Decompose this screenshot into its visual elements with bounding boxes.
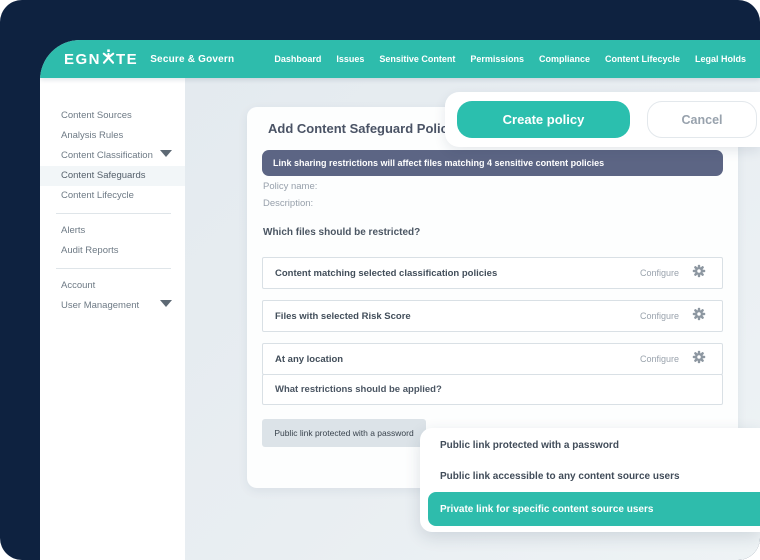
sidebar-divider [56, 268, 171, 269]
sidebar-item-content-safeguards[interactable]: Content Safeguards [40, 166, 185, 186]
logo-text-suffix: TE [116, 51, 138, 68]
egnyte-asterisk-icon [102, 49, 115, 69]
sidebar-item-user-management[interactable]: User Management [40, 296, 185, 316]
dropdown-option-public-link[interactable]: Public link accessible to any content so… [420, 461, 760, 492]
sidebar-item-content-lifecycle[interactable]: Content Lifecycle [40, 186, 185, 206]
nav-item-dashboard[interactable]: Dashboard [274, 54, 321, 64]
nav-item-issues[interactable]: Issues [336, 54, 364, 64]
sidebar-item-content-sources[interactable]: Content Sources [40, 106, 185, 126]
logo-text-prefix: EGN [64, 51, 101, 68]
sidebar-divider [56, 213, 171, 214]
dropdown-option-password-link[interactable]: Public link protected with a password [420, 430, 760, 461]
top-navigation: Dashboard Issues Sensitive Content Permi… [274, 54, 760, 64]
sidebar-item-account[interactable]: Account [40, 276, 185, 296]
rule-row-classification: Content matching selected classification… [262, 257, 723, 289]
sidebar-item-alerts[interactable]: Alerts [40, 221, 185, 241]
top-bar: EGN TE Secure & Govern [40, 40, 760, 78]
create-policy-button[interactable]: Create policy [457, 101, 630, 138]
sidebar: Content Sources Analysis Rules Content C… [40, 78, 185, 560]
sidebar-item-label: Content Classification [61, 150, 153, 161]
restriction-select[interactable]: Public link protected with a password [262, 419, 426, 447]
gear-icon[interactable] [692, 264, 706, 283]
chevron-down-icon[interactable] [160, 150, 172, 157]
nav-item-sensitive-content[interactable]: Sensitive Content [379, 54, 455, 64]
configure-link[interactable]: Configure [640, 354, 679, 364]
page-title: Add Content Safeguard Policy [268, 121, 455, 136]
product-name: Secure & Govern [150, 54, 234, 65]
cancel-button[interactable]: Cancel [647, 101, 757, 138]
gear-icon[interactable] [692, 350, 706, 369]
description-label: Description: [263, 198, 313, 209]
nav-item-content-lifecycle[interactable]: Content Lifecycle [605, 54, 680, 64]
nav-item-legal-holds[interactable]: Legal Holds [695, 54, 746, 64]
chevron-down-icon[interactable] [160, 300, 172, 307]
configure-link[interactable]: Configure [640, 311, 679, 321]
dropdown-option-private-link[interactable]: Private link for specific content source… [428, 492, 760, 526]
app-window: EGN TE Secure & Govern [40, 40, 760, 560]
restrictions-section-box: What restrictions should be applied? [262, 374, 723, 405]
screenshot-canvas: EGN TE Secure & Govern [0, 0, 760, 560]
sidebar-item-label: User Management [61, 300, 139, 311]
info-banner: Link sharing restrictions will affect fi… [262, 150, 723, 176]
gear-icon[interactable] [692, 307, 706, 326]
egnyte-logo: EGN TE [64, 49, 138, 69]
sidebar-item-audit-reports[interactable]: Audit Reports [40, 241, 185, 261]
rule-label: At any location [263, 354, 343, 365]
sidebar-item-analysis-rules[interactable]: Analysis Rules [40, 126, 185, 146]
rule-row-location: At any location Configure [262, 343, 723, 375]
rule-label: Files with selected Risk Score [263, 311, 411, 322]
rule-row-risk-score: Files with selected Risk Score Configure [262, 300, 723, 332]
action-button-panel: Create policy Cancel [445, 92, 760, 147]
nav-item-permissions[interactable]: Permissions [470, 54, 524, 64]
policy-name-label: Policy name: [263, 181, 317, 192]
restrictions-section-heading: What restrictions should be applied? [263, 384, 442, 395]
files-section-heading: Which files should be restricted? [263, 227, 420, 238]
sidebar-item-content-classification[interactable]: Content Classification [40, 146, 185, 166]
rule-label: Content matching selected classification… [263, 268, 497, 279]
configure-link[interactable]: Configure [640, 268, 679, 278]
nav-item-compliance[interactable]: Compliance [539, 54, 590, 64]
restriction-dropdown-menu: Public link protected with a password Pu… [420, 428, 760, 532]
